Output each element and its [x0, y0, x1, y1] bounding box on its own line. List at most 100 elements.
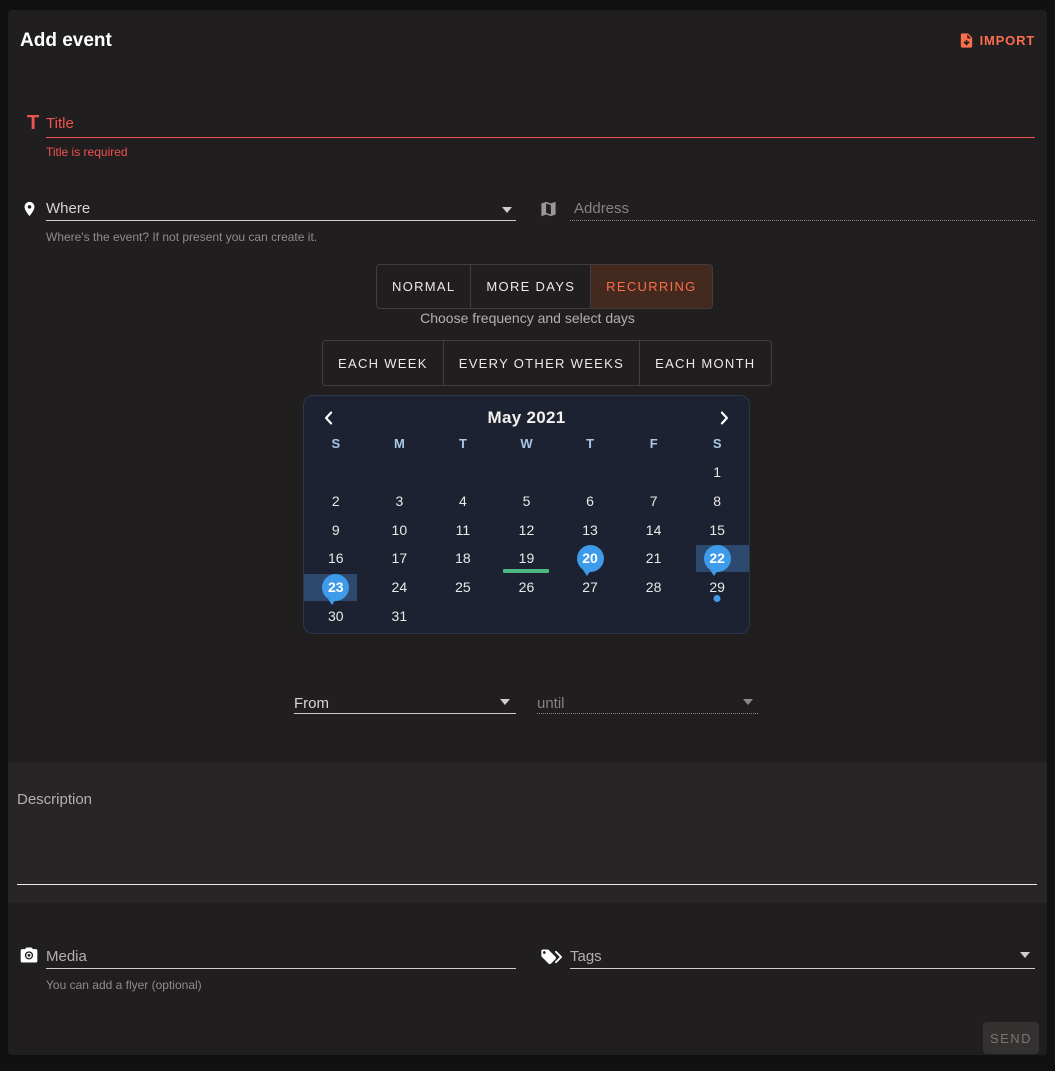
- calendar-next-button[interactable]: [711, 405, 737, 431]
- every-other-weeks-button[interactable]: EVERY OTHER WEEKS: [444, 341, 640, 385]
- calendar-day-11[interactable]: 11: [431, 515, 495, 544]
- calendar-day-empty: [495, 458, 559, 487]
- calendar-weekday: S: [304, 433, 368, 455]
- calendar-day-27[interactable]: 27: [558, 573, 622, 602]
- description-section: Description: [8, 763, 1047, 903]
- day-number: 28: [646, 579, 662, 595]
- calendar-day-4[interactable]: 4: [431, 487, 495, 516]
- media-hint: You can add a flyer (optional): [46, 978, 202, 992]
- calendar-day-10[interactable]: 10: [368, 515, 432, 544]
- calendar-day-22[interactable]: 22: [685, 544, 749, 573]
- calendar-weekday: T: [558, 433, 622, 455]
- day-number: 10: [392, 522, 408, 538]
- calendar-weekday: S: [685, 433, 749, 455]
- calendar-day-empty: [622, 601, 686, 630]
- each-week-button[interactable]: EACH WEEK: [323, 341, 444, 385]
- calendar-day-7[interactable]: 7: [622, 487, 686, 516]
- day-number: 25: [455, 579, 471, 595]
- calendar-day-23[interactable]: 23: [304, 573, 368, 602]
- calendar-day-13[interactable]: 13: [558, 515, 622, 544]
- chevron-down-icon[interactable]: [1020, 952, 1030, 958]
- day-number: 21: [646, 550, 662, 566]
- day-number: 13: [582, 522, 598, 538]
- day-number: 16: [328, 550, 344, 566]
- from-underline: [294, 713, 516, 714]
- location-pin-icon: [21, 198, 38, 220]
- media-underline: [46, 968, 516, 969]
- description-underline: [17, 884, 1037, 885]
- media-input[interactable]: Media: [46, 948, 87, 966]
- calendar-weekday: W: [495, 433, 559, 455]
- calendar-day-19[interactable]: 19: [495, 544, 559, 573]
- day-number: 31: [392, 608, 408, 624]
- day-number: 22: [709, 550, 725, 566]
- send-button[interactable]: SEND: [983, 1022, 1039, 1054]
- tab-more-days[interactable]: MORE DAYS: [471, 265, 591, 308]
- frequency-hint: Choose frequency and select days: [8, 310, 1047, 326]
- calendar-day-28[interactable]: 28: [622, 573, 686, 602]
- day-number: 30: [328, 608, 344, 624]
- calendar-day-24[interactable]: 24: [368, 573, 432, 602]
- calendar-day-5[interactable]: 5: [495, 487, 559, 516]
- chevron-down-icon[interactable]: [500, 699, 510, 705]
- calendar-day-16[interactable]: 16: [304, 544, 368, 573]
- calendar-day-20[interactable]: 20: [558, 544, 622, 573]
- calendar: May 2021 SMTWTFS 12345678910111213141516…: [303, 395, 750, 634]
- calendar-day-25[interactable]: 25: [431, 573, 495, 602]
- calendar-day-18[interactable]: 18: [431, 544, 495, 573]
- from-select[interactable]: From: [294, 695, 329, 713]
- description-input[interactable]: Description: [17, 791, 92, 809]
- day-number: 5: [523, 493, 531, 509]
- map-icon: [539, 199, 558, 219]
- camera-icon: [19, 946, 39, 964]
- day-number: 26: [519, 579, 535, 595]
- title-input[interactable]: Title: [46, 115, 74, 133]
- calendar-day-29[interactable]: 29: [685, 573, 749, 602]
- where-select[interactable]: Where: [46, 200, 90, 218]
- day-number: 15: [709, 522, 725, 538]
- calendar-day-1[interactable]: 1: [685, 458, 749, 487]
- calendar-day-30[interactable]: 30: [304, 601, 368, 630]
- calendar-weekday: F: [622, 433, 686, 455]
- calendar-day-6[interactable]: 6: [558, 487, 622, 516]
- add-event-dialog: Add event IMPORT T Title Title is requir…: [8, 10, 1047, 1055]
- calendar-day-empty: [558, 601, 622, 630]
- event-dot: [714, 595, 721, 602]
- tags-icon: [537, 947, 564, 967]
- file-import-icon: [958, 32, 975, 49]
- calendar-day-9[interactable]: 9: [304, 515, 368, 544]
- calendar-day-21[interactable]: 21: [622, 544, 686, 573]
- event-type-tabs: NORMAL MORE DAYS RECURRING: [376, 264, 713, 309]
- calendar-day-empty: [495, 601, 559, 630]
- chevron-down-icon[interactable]: [502, 207, 512, 213]
- calendar-day-14[interactable]: 14: [622, 515, 686, 544]
- calendar-day-31[interactable]: 31: [368, 601, 432, 630]
- calendar-day-empty: [304, 458, 368, 487]
- calendar-day-2[interactable]: 2: [304, 487, 368, 516]
- tab-recurring[interactable]: RECURRING: [591, 265, 711, 308]
- day-number: 19: [519, 550, 535, 566]
- each-month-button[interactable]: EACH MONTH: [640, 341, 770, 385]
- tab-normal[interactable]: NORMAL: [377, 265, 471, 308]
- calendar-day-26[interactable]: 26: [495, 573, 559, 602]
- until-select[interactable]: until: [537, 695, 565, 713]
- day-number: 3: [395, 493, 403, 509]
- import-button[interactable]: IMPORT: [958, 32, 1035, 49]
- address-input[interactable]: Address: [574, 200, 629, 218]
- calendar-day-empty: [431, 458, 495, 487]
- calendar-day-empty: [368, 458, 432, 487]
- calendar-day-12[interactable]: 12: [495, 515, 559, 544]
- calendar-grid: 1234567891011121314151617181920212223242…: [304, 458, 749, 630]
- calendar-day-8[interactable]: 8: [685, 487, 749, 516]
- day-number: 7: [650, 493, 658, 509]
- frequency-button-group: EACH WEEK EVERY OTHER WEEKS EACH MONTH: [322, 340, 772, 386]
- calendar-day-empty: [431, 601, 495, 630]
- calendar-day-3[interactable]: 3: [368, 487, 432, 516]
- calendar-day-15[interactable]: 15: [685, 515, 749, 544]
- day-number: 23: [328, 579, 344, 595]
- chevron-down-icon[interactable]: [743, 699, 753, 705]
- import-label: IMPORT: [980, 33, 1035, 48]
- calendar-day-17[interactable]: 17: [368, 544, 432, 573]
- title-error: Title is required: [46, 145, 128, 159]
- tags-select[interactable]: Tags: [570, 948, 602, 966]
